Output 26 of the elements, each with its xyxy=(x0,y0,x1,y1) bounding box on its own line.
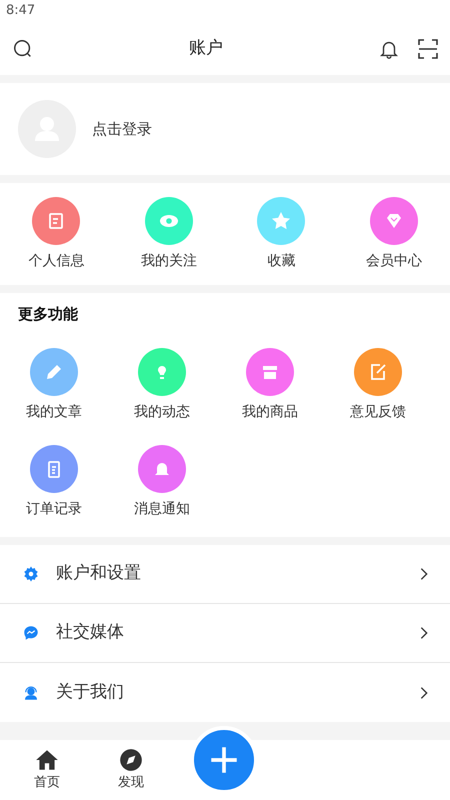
menu-row[interactable]: 关于我们 xyxy=(0,663,450,722)
login-row[interactable]: 点击登录 xyxy=(0,83,450,175)
function-item[interactable]: 收藏 xyxy=(227,196,336,272)
headset-person-icon xyxy=(22,684,40,702)
function-item[interactable]: 意见反馈 xyxy=(324,348,432,422)
chat-bubble-icon xyxy=(22,624,40,642)
section-title: 更多功能 xyxy=(17,304,79,325)
function-item[interactable]: 会员中心 xyxy=(340,196,448,272)
menu-row[interactable]: 账户和设置 xyxy=(0,545,450,604)
scan-icon[interactable] xyxy=(416,36,440,60)
search-icon[interactable] xyxy=(12,38,34,60)
function-item[interactable]: 我的商品 xyxy=(216,348,324,422)
function-item[interactable]: 我的文章 xyxy=(0,348,108,422)
function-item[interactable]: 订单记录 xyxy=(0,444,108,520)
menu-row[interactable]: 社交媒体 xyxy=(0,604,450,663)
login-label: 点击登录 xyxy=(92,118,152,140)
status-time: 8:47 xyxy=(6,3,36,18)
function-item[interactable]: 个人信息 xyxy=(2,196,110,272)
gear-icon xyxy=(22,565,40,583)
function-item[interactable]: 消息通知 xyxy=(108,444,216,520)
function-item[interactable]: 我的关注 xyxy=(114,196,223,272)
page-title: 账户 xyxy=(189,36,223,60)
tab[interactable]: 首页 xyxy=(19,747,75,793)
tab[interactable]: 发现 xyxy=(103,747,159,793)
function-item[interactable]: 我的动态 xyxy=(108,348,216,422)
compass-icon xyxy=(118,747,144,774)
